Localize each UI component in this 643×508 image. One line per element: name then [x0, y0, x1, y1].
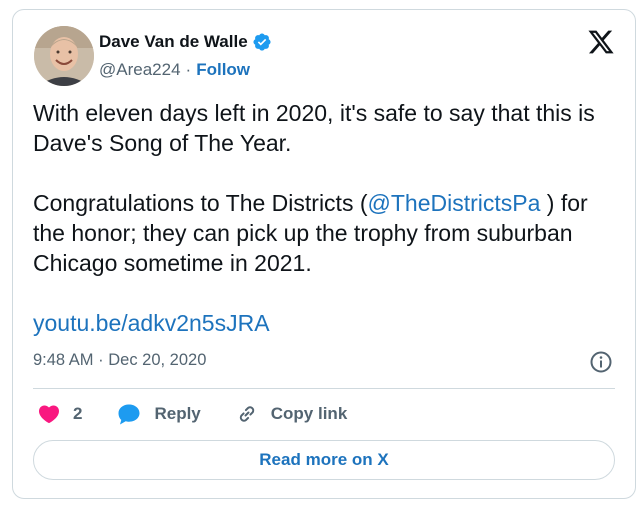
- follow-link[interactable]: Follow: [196, 60, 250, 80]
- reply-label: Reply: [154, 404, 201, 423]
- x-logo-icon[interactable]: [587, 28, 615, 56]
- tweet-paragraph-3: youtu.be/adkv2n5sJRA: [33, 308, 623, 338]
- link-icon: [239, 406, 254, 422]
- action-bar: 2 Reply Copy link: [37, 402, 347, 426]
- timestamp-row[interactable]: 9:48 AM · Dec 20, 2020: [33, 351, 206, 370]
- reply-button[interactable]: Reply: [116, 402, 201, 426]
- like-button[interactable]: 2: [37, 402, 116, 426]
- tweet-paragraph-2: Congratulations to The Districts (@TheDi…: [33, 188, 623, 278]
- reply-bubble-icon: [118, 404, 140, 425]
- meta-separator: ·: [98, 351, 104, 369]
- divider: [33, 388, 615, 389]
- congrats-text: Congratulations to The Districts (: [33, 190, 368, 216]
- author-handle[interactable]: @Area224: [99, 60, 181, 80]
- copy-link-button[interactable]: Copy link: [235, 402, 348, 426]
- mention-link[interactable]: @TheDistrictsPa: [368, 190, 541, 216]
- heart-icon: [38, 405, 60, 424]
- post-date: Dec 20, 2020: [108, 351, 207, 369]
- tweet-text: With eleven days left in 2020, it's safe…: [33, 98, 623, 338]
- post-time: 9:48 AM: [33, 351, 94, 369]
- verified-badge-icon: [253, 33, 271, 51]
- author-name-row: Dave Van de Walle: [99, 32, 272, 52]
- like-count: 2: [73, 404, 83, 423]
- info-icon[interactable]: [589, 350, 613, 374]
- copy-link-label: Copy link: [270, 404, 348, 423]
- avatar[interactable]: [34, 26, 94, 86]
- tweet-card: Dave Van de Walle @Area224 · Follow With…: [12, 9, 636, 499]
- youtube-link[interactable]: youtu.be/adkv2n5sJRA: [33, 310, 270, 336]
- read-more-button[interactable]: Read more on X: [33, 440, 615, 480]
- tweet-paragraph-1: With eleven days left in 2020, it's safe…: [33, 100, 595, 156]
- author-handle-row: @Area224 · Follow: [99, 60, 250, 80]
- separator-dot: ·: [185, 60, 192, 79]
- author-name[interactable]: Dave Van de Walle: [99, 32, 248, 52]
